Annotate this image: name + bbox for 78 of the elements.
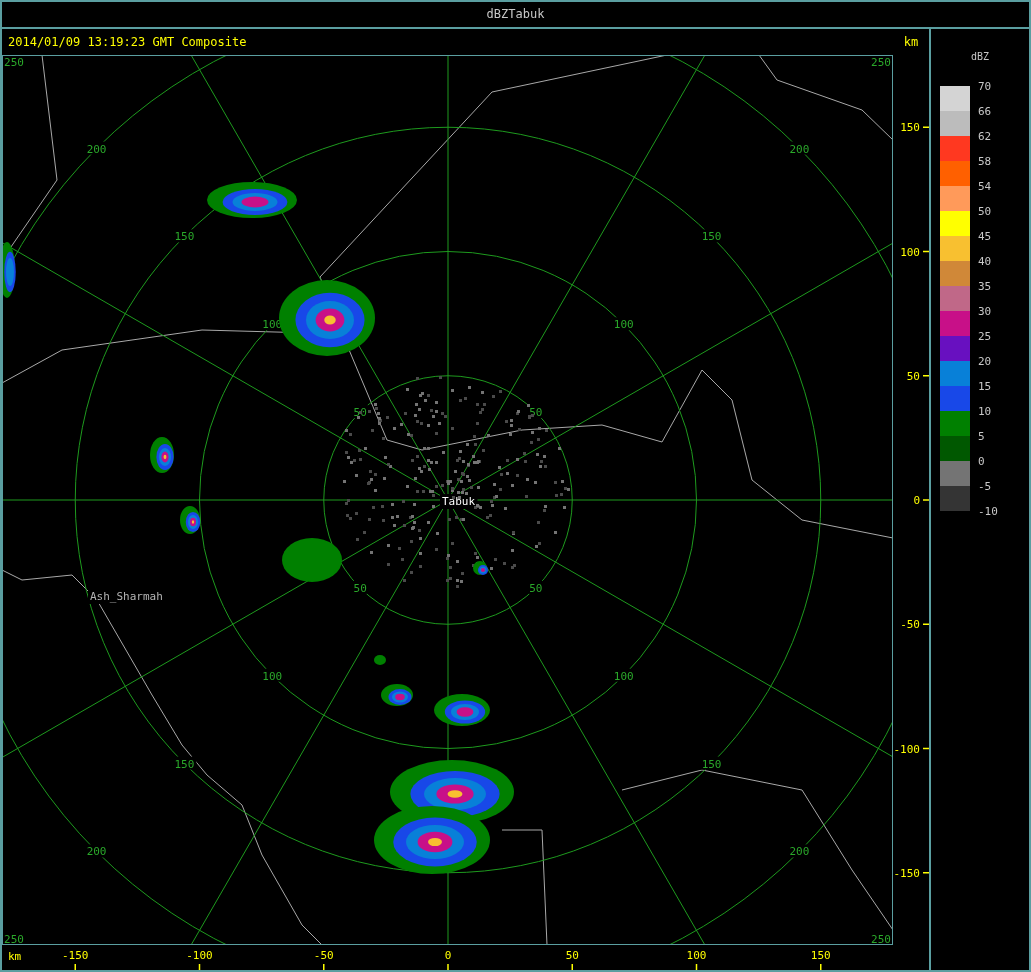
radar-echo [282, 538, 342, 582]
axis-label: -50 [313, 949, 334, 962]
window-title: dBZTabuk [2, 2, 1029, 29]
range-label: 250 [871, 56, 891, 69]
radar-echo [434, 694, 490, 726]
axis-label: 100 [686, 949, 707, 962]
radar-echo [374, 655, 386, 665]
tick-mark [922, 623, 929, 625]
tick-mark [323, 963, 325, 970]
legend-label: 20 [978, 353, 993, 370]
legend-label: 66 [978, 103, 993, 120]
tick-mark [922, 499, 929, 501]
tick-mark [571, 963, 573, 970]
range-label: 200 [789, 845, 810, 859]
place-label: Tabuk [442, 495, 476, 508]
tick-mark [820, 963, 822, 970]
radar-echo [180, 506, 201, 534]
legend-label: 70 [978, 78, 993, 95]
range-label: 250 [871, 933, 891, 945]
axis-label: -150 [62, 949, 89, 962]
legend-label: 54 [978, 178, 993, 195]
range-label: 50 [529, 581, 543, 595]
timestamp-label: 2014/01/09 13:19:23 GMT Composite [7, 34, 248, 51]
range-label: 200 [86, 845, 107, 859]
range-label: 100 [613, 669, 634, 683]
range-label: 100 [613, 318, 634, 332]
legend-label: 30 [978, 303, 993, 320]
legend-label: 50 [978, 203, 993, 220]
legend-label: 45 [978, 228, 993, 245]
tick-mark [922, 375, 929, 377]
tick-mark [922, 872, 929, 874]
legend-label: 0 [978, 453, 986, 470]
legend-label: 5 [978, 428, 986, 445]
tick-mark [922, 747, 929, 750]
legend-label: 25 [978, 328, 993, 345]
radar-echo [381, 684, 413, 706]
range-label: 250 [4, 933, 24, 945]
legend-label: 62 [978, 128, 993, 145]
tick-mark [922, 250, 929, 253]
legend-label: 35 [978, 278, 993, 295]
radar-echo [150, 437, 174, 473]
range-label: 100 [262, 669, 283, 683]
range-label: 50 [353, 581, 367, 595]
axis-label: 0 [444, 949, 452, 962]
legend-label: 58 [978, 153, 993, 170]
axis-label: 150 [810, 949, 831, 962]
axis-label: 0 [913, 494, 920, 507]
axis-unit: km [902, 34, 920, 51]
range-label: 150 [701, 230, 722, 244]
tick-mark [74, 963, 76, 970]
axis-label: 150 [900, 121, 920, 135]
range-label: 150 [174, 757, 195, 771]
range-label: 200 [86, 142, 107, 156]
place-label: Ash_Sharmah [90, 590, 163, 603]
legend-label: 40 [978, 253, 993, 270]
legend-label: 10 [978, 403, 993, 420]
axis-label: -150 [893, 866, 920, 880]
tick-mark [198, 963, 201, 970]
legend-label: 15 [978, 378, 993, 395]
legend-label: -5 [978, 478, 993, 495]
axis-label: -50 [900, 618, 920, 632]
range-label: 150 [701, 757, 722, 771]
axis-label: -100 [186, 949, 213, 962]
axis-label: 50 [906, 369, 920, 383]
tick-mark [922, 126, 929, 128]
axis-label: 100 [900, 245, 920, 259]
range-label: 150 [174, 230, 195, 244]
tick-mark [695, 963, 698, 970]
radar-echo [2, 242, 16, 298]
axis-label: -100 [893, 742, 920, 756]
range-label: 200 [789, 142, 810, 156]
range-label: 250 [4, 56, 24, 69]
radar-echo [473, 561, 489, 576]
legend-title: dBZ [969, 51, 991, 63]
legend-label: -10 [978, 503, 998, 520]
axis-unit: km [8, 950, 22, 963]
axis-label: 50 [565, 949, 579, 962]
tick-mark [447, 963, 449, 970]
